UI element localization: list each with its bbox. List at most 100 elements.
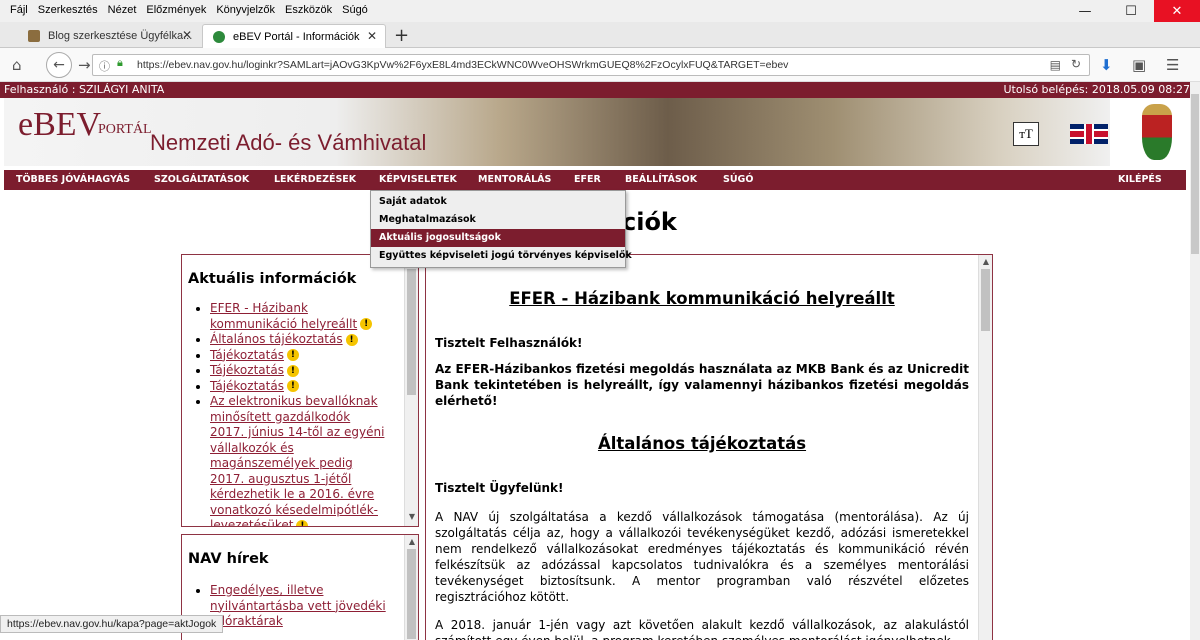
menu-history[interactable]: Előzmények [146,4,206,16]
menu-bookmarks[interactable]: Könyvjelzők [216,4,275,16]
scroll-thumb[interactable] [981,269,990,331]
font-size-button[interactable]: ᴛT [1013,122,1039,146]
sidebar-icon[interactable]: ▣ [1132,56,1146,74]
info-link[interactable]: Tájékoztatás [210,363,284,377]
nav-beallitasok[interactable]: BEÁLLÍTÁSOK [625,174,697,185]
list-item: Tájékoztatás! [210,348,388,364]
list-item: Általános tájékoztatás! [210,332,388,348]
warning-icon: ! [345,333,358,346]
scroll-thumb[interactable] [407,549,416,639]
dropdown-item-sajat-adatok[interactable]: Saját adatok [371,193,625,211]
main-content: EFER - Házibank kommunikáció helyreállt … [425,254,993,640]
info-link[interactable]: Általános tájékoztatás [210,332,343,346]
warning-icon: ! [286,364,299,377]
url-bar[interactable]: ⓘ 🔒︎ https://ebev.nav.gov.hu/loginkr?SAM… [92,54,1090,76]
warning-icon: ! [360,318,373,330]
scroll-down-icon[interactable]: ▼ [405,512,418,524]
warning-icon: ! [286,349,299,361]
nav-logout[interactable]: KILÉPÉS [1118,174,1162,185]
content-greeting-2: Tisztelt Ügyfelünk! [435,481,564,495]
tab-blog[interactable]: Blog szerkesztése Ügyfélka... ✕ [18,24,200,48]
warning-icon: ! [286,380,299,392]
info-link[interactable]: Tájékoztatás [210,348,284,362]
dropdown-item-aktualis-jogosultsagok[interactable]: Aktuális jogosultságok [371,229,625,247]
scroll-up-icon[interactable]: ▲ [979,257,992,269]
box-title: Aktuális információk [188,271,357,287]
content-heading-efer: EFER - Házibank kommunikáció helyreállt [509,289,895,308]
blog-favicon-icon [28,30,40,42]
nav-sugo[interactable]: SÚGÓ [723,174,753,185]
page-title: Információk [516,208,773,236]
nav-mentoralas[interactable]: MENTORÁLÁS [478,174,551,185]
reader-view-icon[interactable]: ▤ [1050,58,1061,72]
content-kezdo-paragraph: A 2018. január 1-jén vagy azt követően a… [435,618,969,640]
menu-tools[interactable]: Eszközök [285,4,332,16]
reload-icon[interactable]: ↻ [1071,57,1081,71]
download-icon[interactable]: ⬇ [1100,56,1113,74]
navigation-bar: ⌂ ← → ⓘ 🔒︎ https://ebev.nav.gov.hu/login… [0,48,1200,82]
last-login: Utolsó belépés: 2018.05.09 08:27 [1003,83,1190,96]
content-heading-altalanos: Általános tájékoztatás [597,434,807,453]
kepviseletek-dropdown: Saját adatok Meghatalmazások Aktuális jo… [370,190,632,268]
org-name: Nemzeti Adó- és Vámhivatal [150,130,427,155]
info-link[interactable]: Az elektronikus bevallóknak minősített g… [210,394,384,526]
maximize-icon[interactable]: ☐ [1108,0,1154,22]
info-link[interactable]: Tájékoztatás [210,379,284,393]
forward-icon[interactable]: → [78,56,91,74]
main-navigation: TÖBBES JÓVÁHAGYÁS SZOLGÁLTATÁSOK LEKÉRDE… [4,170,1186,190]
nav-szolgaltatasok[interactable]: SZOLGÁLTATÁSOK [154,174,249,185]
nav-tobbes-jovahagyas[interactable]: TÖBBES JÓVÁHAGYÁS [16,174,130,185]
dropdown-item-meghatalmazasok[interactable]: Meghatalmazások [371,211,625,229]
content-greeting: Tisztelt Felhasználók! [435,336,583,350]
menu-help[interactable]: Súgó [342,4,368,16]
info-icon[interactable]: ⓘ [99,58,110,74]
new-tab-icon[interactable]: + [394,25,409,46]
close-tab-icon[interactable]: ✕ [367,29,377,43]
page-scrollbar[interactable] [1190,82,1200,640]
tab-ebev[interactable]: eBEV Portál - Információk ✕ [202,24,386,48]
page-scroll-thumb[interactable] [1191,94,1199,254]
scroll-up-icon[interactable]: ▲ [405,537,418,549]
dropdown-item-egyuttes-kepviselet[interactable]: Együttes képviseleti jogú törvényes képv… [371,247,632,265]
info-list: EFER - Házibank kommunikáció helyreállt!… [210,301,388,526]
nav-kepviseletek[interactable]: KÉPVISELETEK [379,174,457,185]
lock-icon: 🔒︎ [117,57,123,69]
box-scrollbar[interactable]: ▲ [404,535,418,640]
english-flag-icon[interactable] [1070,124,1108,144]
menu-file[interactable]: Fájl [10,4,28,16]
warning-icon: ! [296,519,309,526]
list-item: Az elektronikus bevallóknak minősített g… [210,394,388,526]
tab-bar: Blog szerkesztése Ügyfélka... ✕ eBEV Por… [0,22,1200,48]
home-icon[interactable]: ⌂ [12,56,22,74]
user-name: Felhasználó : SZILÁGYI ANITA [4,83,165,96]
minimize-icon[interactable]: — [1062,0,1108,22]
aktualis-informaciok-box: Aktuális információk EFER - Házibank kom… [181,254,419,527]
menu-edit[interactable]: Szerkesztés [38,4,98,16]
url-text: https://ebev.nav.gov.hu/loginkr?SAMLart=… [137,59,789,71]
nav-lekerdezesek[interactable]: LEKÉRDEZÉSEK [274,174,356,185]
news-link[interactable]: Engedélyes, illetve nyilvántartásba vett… [210,583,386,628]
box-title: NAV hírek [188,551,269,567]
tab-title: eBEV Portál - Információk [233,30,360,43]
close-window-icon[interactable]: ✕ [1154,0,1200,22]
back-icon[interactable]: ← [46,52,72,78]
menu-view[interactable]: Nézet [108,4,137,16]
list-item: EFER - Házibank kommunikáció helyreállt! [210,301,388,332]
news-list: Engedélyes, illetve nyilvántartásba vett… [210,583,388,630]
content-scrollbar[interactable]: ▲ [978,255,992,640]
browser-menu-bar: Fájl Szerkesztés Nézet Előzmények Könyvj… [0,0,1200,22]
close-tab-icon[interactable]: ✕ [182,28,192,42]
tab-title: Blog szerkesztése Ügyfélka... [48,30,193,42]
scroll-thumb[interactable] [407,269,416,395]
user-bar: Felhasználó : SZILÁGYI ANITA Utolsó belé… [0,82,1190,98]
box-scrollbar[interactable]: ▼ [404,255,418,526]
content-mentor-paragraph: A NAV új szolgáltatása a kezdő vállalkoz… [435,510,969,604]
ebev-favicon-icon [213,31,225,43]
content-efer-paragraph: Az EFER-Házibankos fizetési megoldás has… [435,362,970,408]
list-item: Tájékoztatás! [210,379,388,395]
hamburger-menu-icon[interactable]: ☰ [1166,56,1179,74]
info-link[interactable]: EFER - Házibank kommunikáció helyreállt [210,301,357,331]
status-url: https://ebev.nav.gov.hu/kapa?page=aktJog… [0,615,224,633]
nav-efer[interactable]: EFER [574,174,601,185]
ebev-logo[interactable]: eBEV [18,106,101,144]
